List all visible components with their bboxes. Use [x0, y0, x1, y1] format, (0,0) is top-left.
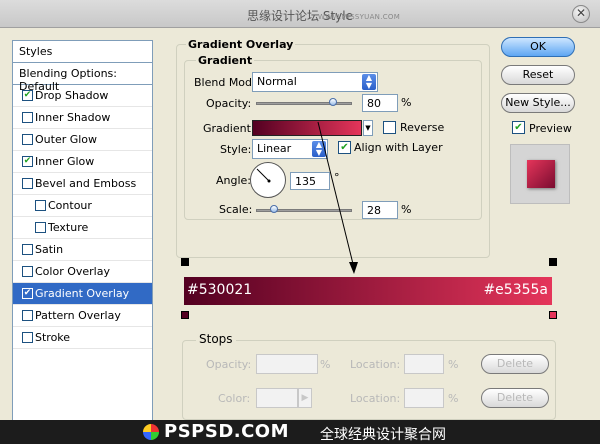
- logo-icon: [143, 424, 159, 440]
- layer-style-dialog: Styles Blending Options: Default ✔ Drop S…: [0, 28, 600, 422]
- stop-opacity-location-unit: %: [448, 358, 459, 371]
- stop-color-menu[interactable]: ▶: [298, 388, 312, 408]
- right-color-hex: #e5355a: [483, 282, 548, 298]
- left-color-hex: #530021: [187, 282, 253, 298]
- delete-color-stop-button[interactable]: Delete: [481, 388, 549, 408]
- watermark-text: WWW.MISSYUAN.COM: [318, 13, 401, 21]
- gradient-preview-bar[interactable]: #530021 #e5355a: [184, 277, 552, 305]
- banner-subtitle: 全球经典设计聚合网: [320, 427, 446, 443]
- title-bar: 思缘设计论坛 Style WWW.MISSYUAN.COM ✕: [0, 0, 600, 28]
- stop-opacity-location-input[interactable]: [404, 354, 444, 374]
- stop-color-location-label: Location:: [350, 392, 401, 405]
- close-button[interactable]: ✕: [572, 5, 590, 23]
- stops-title: Stops: [196, 332, 236, 346]
- banner-logo-text: PSPSD.COM: [164, 421, 290, 442]
- window-title: 思缘设计论坛 Style: [247, 9, 353, 23]
- stop-opacity-location-label: Location:: [350, 358, 401, 371]
- play-icon: ▶: [301, 393, 309, 403]
- stop-color-label: Color:: [218, 392, 251, 405]
- stops-panel: [182, 340, 556, 420]
- stop-opacity-unit: %: [320, 358, 331, 371]
- color-stop-right[interactable]: [548, 308, 558, 322]
- stop-opacity-input[interactable]: [256, 354, 318, 374]
- opacity-stop-right[interactable]: [548, 258, 558, 272]
- opacity-stop-left[interactable]: [180, 258, 190, 272]
- site-banner: PSPSD.COM 全球经典设计聚合网: [0, 420, 600, 444]
- stop-color-location-unit: %: [448, 392, 459, 405]
- close-icon: ✕: [575, 6, 587, 20]
- delete-opacity-stop-button[interactable]: Delete: [481, 354, 549, 374]
- stop-color-location-input[interactable]: [404, 388, 444, 408]
- stop-color-swatch[interactable]: [256, 388, 298, 408]
- stop-opacity-label: Opacity:: [206, 358, 252, 371]
- color-stop-left[interactable]: [180, 308, 190, 322]
